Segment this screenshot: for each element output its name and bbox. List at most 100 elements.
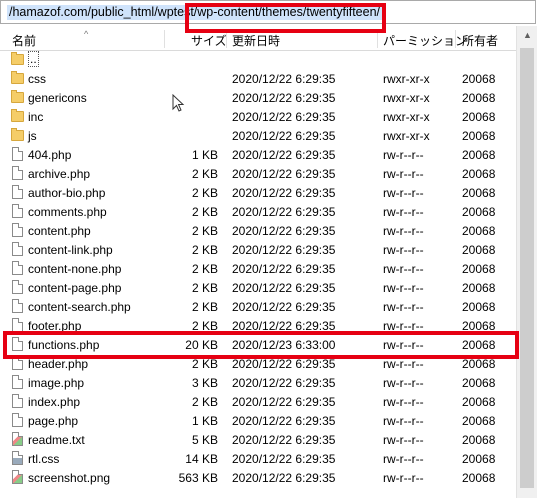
column-divider[interactable] (226, 30, 227, 48)
file-name: css (28, 72, 46, 86)
file-icon (12, 166, 23, 180)
file-permissions: rw-r--r-- (383, 281, 424, 295)
file-size: 2 KB (191, 243, 218, 257)
file-owner: 20068 (462, 471, 496, 485)
file-modified: 2020/12/22 6:29:35 (232, 414, 336, 428)
file-icon (12, 394, 23, 408)
file-permissions: rw-r--r-- (383, 395, 424, 409)
file-size: 20 KB (185, 338, 218, 352)
remote-path-bar[interactable]: /hamazof.com/public_html/wptest/wp-conte… (0, 0, 536, 24)
folder-icon (11, 90, 24, 103)
file-permissions: rw-r--r-- (383, 376, 424, 390)
file-size: 563 KB (178, 471, 218, 485)
file-owner: 20068 (462, 72, 496, 86)
scroll-up-icon[interactable]: ▲ (523, 30, 532, 40)
file-permissions: rw-r--r-- (383, 148, 424, 162)
file-row[interactable]: css 2020/12/22 6:29:35 rwxr-xr-x 20068 (0, 69, 516, 88)
file-name: content-link.php (28, 243, 113, 257)
file-owner: 20068 (462, 395, 496, 409)
file-row[interactable]: rtl.css 14 KB 2020/12/22 6:29:35 rw-r--r-- 2… (0, 449, 516, 468)
file-icon (12, 204, 23, 218)
file-row[interactable]: content-none.php 2 KB 2020/12/22 6:29:35 rw… (0, 259, 516, 278)
file-modified: 2020/12/22 6:29:35 (232, 243, 336, 257)
file-owner: 20068 (462, 224, 496, 238)
file-row[interactable]: 404.php 1 KB 2020/12/22 6:29:35 rw-r--r-- 20… (0, 145, 516, 164)
file-permissions: rwxr-xr-x (383, 91, 430, 105)
file-permissions: rw-r--r-- (383, 338, 424, 352)
file-name: comments.php (28, 205, 107, 219)
file-name: 404.php (28, 148, 72, 162)
file-name: index.php (28, 395, 81, 409)
file-row[interactable]: readme.txt 5 KB 2020/12/22 6:29:35 rw-r--r-… (0, 430, 516, 449)
file-row[interactable]: footer.php 2 KB 2020/12/22 6:29:35 rw-r--r-… (0, 316, 516, 335)
file-row[interactable]: screenshot.png 563 KB 2020/12/22 6:29:35 rw… (0, 468, 516, 487)
file-name: page.php (28, 414, 79, 428)
file-permissions: rwxr-xr-x (383, 110, 430, 124)
file-row[interactable]: comments.php 2 KB 2020/12/22 6:29:35 rw-r--… (0, 202, 516, 221)
file-permissions: rw-r--r-- (383, 300, 424, 314)
file-modified: 2020/12/22 6:29:35 (232, 186, 336, 200)
file-size: 2 KB (191, 224, 218, 238)
file-row[interactable]: page.php 1 KB 2020/12/22 6:29:35 rw-r--r-- 2… (0, 411, 516, 430)
column-divider[interactable] (164, 30, 165, 48)
file-row[interactable]: content-page.php 2 KB 2020/12/22 6:29:35 rw… (0, 278, 516, 297)
file-owner: 20068 (462, 129, 496, 143)
file-row[interactable]: js 2020/12/22 6:29:35 rwxr-xr-x 20068 (0, 126, 516, 145)
file-icon (12, 375, 23, 389)
file-owner: 20068 (462, 319, 496, 333)
file-permissions: rw-r--r-- (383, 357, 424, 371)
file-owner: 20068 (462, 376, 496, 390)
file-name: content.php (28, 224, 91, 238)
file-permissions: rwxr-xr-x (383, 72, 430, 86)
file-size: 2 KB (191, 319, 218, 333)
column-size[interactable]: サイズ (191, 32, 227, 49)
file-owner: 20068 (462, 433, 496, 447)
file-owner: 20068 (462, 186, 496, 200)
file-row[interactable]: content-search.php 2 KB 2020/12/22 6:29:35… (0, 297, 516, 316)
file-icon (12, 470, 23, 484)
column-owner[interactable]: 所有者 (462, 32, 498, 49)
file-icon (12, 280, 23, 294)
file-modified: 2020/12/22 6:29:35 (232, 72, 336, 86)
file-permissions: rw-r--r-- (383, 186, 424, 200)
file-owner: 20068 (462, 414, 496, 428)
file-size: 5 KB (191, 433, 218, 447)
file-row[interactable]: inc 2020/12/22 6:29:35 rwxr-xr-x 20068 (0, 107, 516, 126)
file-row[interactable]: header.php 2 KB 2020/12/22 6:29:35 rw-r--r-… (0, 354, 516, 373)
file-icon (12, 432, 23, 446)
file-row[interactable]: content.php 2 KB 2020/12/22 6:29:35 rw-r--r… (0, 221, 516, 240)
file-modified: 2020/12/22 6:29:35 (232, 129, 336, 143)
remote-path[interactable]: /hamazof.com/public_html/wptest/wp-conte… (7, 5, 383, 20)
column-modified[interactable]: 更新日時 (232, 32, 280, 49)
file-name: archive.php (28, 167, 91, 181)
column-divider[interactable] (377, 30, 378, 48)
file-owner: 20068 (462, 338, 496, 352)
file-modified: 2020/12/22 6:29:35 (232, 148, 336, 162)
file-row[interactable]: content-link.php 2 KB 2020/12/22 6:29:35 rw… (0, 240, 516, 259)
mouse-cursor-icon (172, 94, 185, 112)
file-row[interactable]: image.php 3 KB 2020/12/22 6:29:35 rw-r--r--… (0, 373, 516, 392)
parent-directory-row[interactable]: .. (0, 50, 516, 69)
file-owner: 20068 (462, 148, 496, 162)
file-name: inc (28, 110, 44, 124)
file-permissions: rw-r--r-- (383, 205, 424, 219)
file-row[interactable]: index.php 2 KB 2020/12/22 6:29:35 rw-r--r--… (0, 392, 516, 411)
file-size: 2 KB (191, 300, 218, 314)
scrollbar-thumb[interactable] (520, 48, 534, 488)
file-modified: 2020/12/22 6:29:35 (232, 262, 336, 276)
column-divider[interactable] (455, 30, 456, 48)
file-row[interactable]: author-bio.php 2 KB 2020/12/22 6:29:35 rw-r… (0, 183, 516, 202)
file-row[interactable]: genericons 2020/12/22 6:29:35 rwxr-xr-x 200… (0, 88, 516, 107)
file-icon (12, 242, 23, 256)
column-name[interactable]: 名前 ^ (12, 29, 88, 49)
file-modified: 2020/12/23 6:33:00 (232, 338, 336, 352)
file-size: 2 KB (191, 186, 218, 200)
column-name-label: 名前 (12, 34, 37, 48)
file-modified: 2020/12/22 6:29:35 (232, 91, 336, 105)
vertical-scrollbar[interactable]: ▲ (516, 26, 537, 498)
file-permissions: rw-r--r-- (383, 167, 424, 181)
file-modified: 2020/12/22 6:29:35 (232, 452, 336, 466)
folder-icon (11, 109, 24, 122)
file-row[interactable]: archive.php 2 KB 2020/12/22 6:29:35 rw-r--r… (0, 164, 516, 183)
file-row[interactable]: functions.php 20 KB 2020/12/23 6:33:00 rw-r… (0, 335, 516, 354)
